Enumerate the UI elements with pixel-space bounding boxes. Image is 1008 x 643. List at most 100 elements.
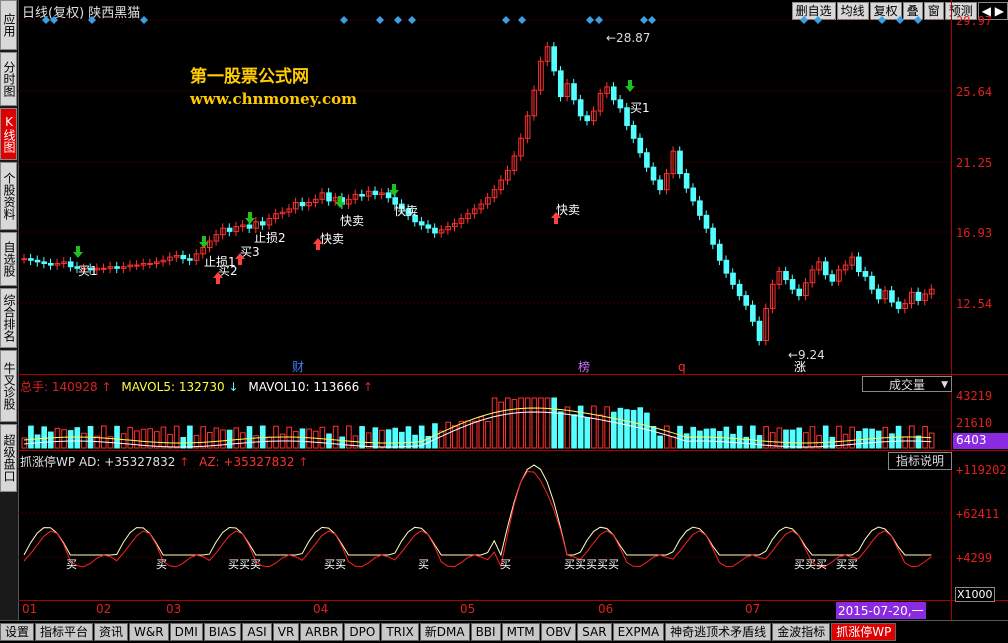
- candle-body: [259, 221, 266, 226]
- volume-bar: [928, 432, 935, 449]
- signal-label: 止损2: [254, 231, 286, 245]
- volume-bar: [491, 397, 498, 449]
- volume-bar: [147, 428, 153, 449]
- bottom-tab[interactable]: SAR: [577, 623, 612, 641]
- left-nav-item[interactable]: 分时图: [0, 52, 17, 106]
- candle-body: [789, 279, 796, 290]
- ad-line: [23, 464, 932, 557]
- bottom-tab[interactable]: 新DMA: [419, 623, 470, 641]
- bottom-tab[interactable]: TRIX: [381, 623, 419, 641]
- volume-bar: [299, 428, 306, 449]
- candle-body: [889, 290, 895, 303]
- volume-bar: [604, 406, 610, 449]
- volume-bar: [34, 434, 41, 449]
- buy-signal-label: 买: [500, 558, 511, 571]
- mavol5-value: 132730: [178, 380, 225, 394]
- bottom-tab[interactable]: VR: [272, 623, 300, 641]
- volume-bar: [663, 425, 670, 449]
- volume-bar: [319, 426, 326, 449]
- volume-bar: [379, 429, 385, 449]
- left-nav-item[interactable]: 综合排名: [0, 288, 17, 348]
- left-nav-item[interactable]: 自选股: [0, 232, 17, 286]
- buy-signal-label: 买: [66, 558, 77, 571]
- volume-info: 总手: 140928 ↑ MAVOL5: 132730 ↓ MAVOL10: 1…: [20, 380, 374, 394]
- signal-diamond: [878, 16, 886, 24]
- volume-bar: [372, 427, 379, 449]
- left-nav-item[interactable]: 个股资料: [0, 162, 17, 230]
- candle-body: [644, 152, 650, 168]
- bottom-tab[interactable]: EXPMA: [612, 623, 665, 641]
- candle-body: [637, 137, 644, 154]
- bottom-tab[interactable]: BBI: [470, 623, 501, 641]
- signal-diamond: [814, 16, 822, 24]
- price-axis-label: 21.25: [956, 156, 993, 170]
- left-nav-item[interactable]: K线图: [0, 108, 17, 160]
- bottom-tab[interactable]: 资讯: [94, 623, 129, 641]
- bottom-tab[interactable]: ARBR: [300, 623, 344, 641]
- volume-selector[interactable]: 成交量 ▼: [862, 376, 952, 392]
- candle-body: [21, 258, 28, 261]
- bottom-tab[interactable]: 金波指标: [772, 623, 831, 641]
- ad-label: AD:: [78, 455, 101, 469]
- candle-body: [677, 150, 683, 175]
- bottom-tab[interactable]: 设置: [0, 623, 35, 641]
- indicator-description-button[interactable]: 指标说明: [888, 452, 952, 470]
- volume-bar: [736, 425, 743, 449]
- event-marker: 榜: [578, 359, 590, 374]
- signal-diamond: [394, 16, 402, 24]
- volume-bar: [312, 430, 319, 449]
- candle-body: [584, 115, 591, 122]
- signal-diamond: [88, 16, 96, 24]
- volume-bar: [557, 411, 564, 449]
- candle-body: [783, 271, 789, 281]
- bottom-tab[interactable]: OBV: [540, 623, 577, 641]
- candle-body: [690, 187, 697, 202]
- volume-bar: [286, 426, 293, 449]
- volume-bar: [385, 429, 392, 449]
- bottom-tab[interactable]: 神奇逃顶术矛盾线: [665, 623, 772, 641]
- volume-bar: [783, 429, 789, 449]
- volume-bar: [551, 397, 557, 449]
- month-label: 05: [460, 602, 476, 616]
- kline-chart[interactable]: ←28.87←9.24买1 买2买3止损1止损2 快卖快卖快卖 快卖买1财榜 q 涨买买买…: [18, 0, 952, 620]
- signal-diamond: [42, 16, 50, 24]
- month-label: 02: [96, 602, 112, 616]
- volume-bar: [120, 433, 127, 449]
- signal-diamond: [518, 16, 526, 24]
- event-marker: 财: [292, 360, 304, 374]
- volume-bar: [902, 436, 909, 449]
- bottom-tab[interactable]: BIAS: [203, 623, 242, 641]
- candle-body: [650, 166, 657, 181]
- volume-current-badge: 6403: [953, 433, 1008, 449]
- volume-axis-mid: 21610: [956, 416, 993, 430]
- bottom-tab[interactable]: DPO: [344, 623, 381, 641]
- bottom-tab[interactable]: W&R: [129, 623, 169, 641]
- left-nav-item[interactable]: 超级盘口: [0, 424, 17, 492]
- volume-bar: [531, 397, 538, 449]
- bottom-tab[interactable]: 抓涨停WP: [831, 623, 897, 641]
- candle-body: [895, 301, 902, 309]
- candle-body: [822, 261, 829, 276]
- signal-diamond: [140, 16, 148, 24]
- indicator-name: 抓涨停WP: [20, 455, 76, 469]
- volume-bar: [266, 436, 273, 449]
- candle-body: [114, 266, 120, 269]
- volume-bar: [524, 397, 531, 449]
- bottom-tab[interactable]: ASI: [242, 623, 272, 641]
- candle-body: [630, 124, 637, 139]
- left-nav-item[interactable]: 应用: [0, 0, 17, 50]
- volume-bar: [326, 433, 332, 449]
- candle-body: [385, 192, 392, 199]
- az-line: [23, 470, 932, 569]
- left-nav-item[interactable]: 牛叉诊股: [0, 350, 17, 422]
- month-label: 01: [22, 602, 38, 616]
- candle-body: [246, 224, 253, 229]
- bottom-tab[interactable]: MTM: [501, 623, 540, 641]
- volume-bar: [862, 428, 869, 449]
- volume-bar: [74, 427, 81, 449]
- bottom-tab[interactable]: 指标平台: [35, 623, 94, 641]
- candle-body: [187, 258, 193, 261]
- bottom-tab[interactable]: DMI: [169, 623, 203, 641]
- candle-body: [723, 259, 730, 274]
- candle-body: [743, 295, 750, 306]
